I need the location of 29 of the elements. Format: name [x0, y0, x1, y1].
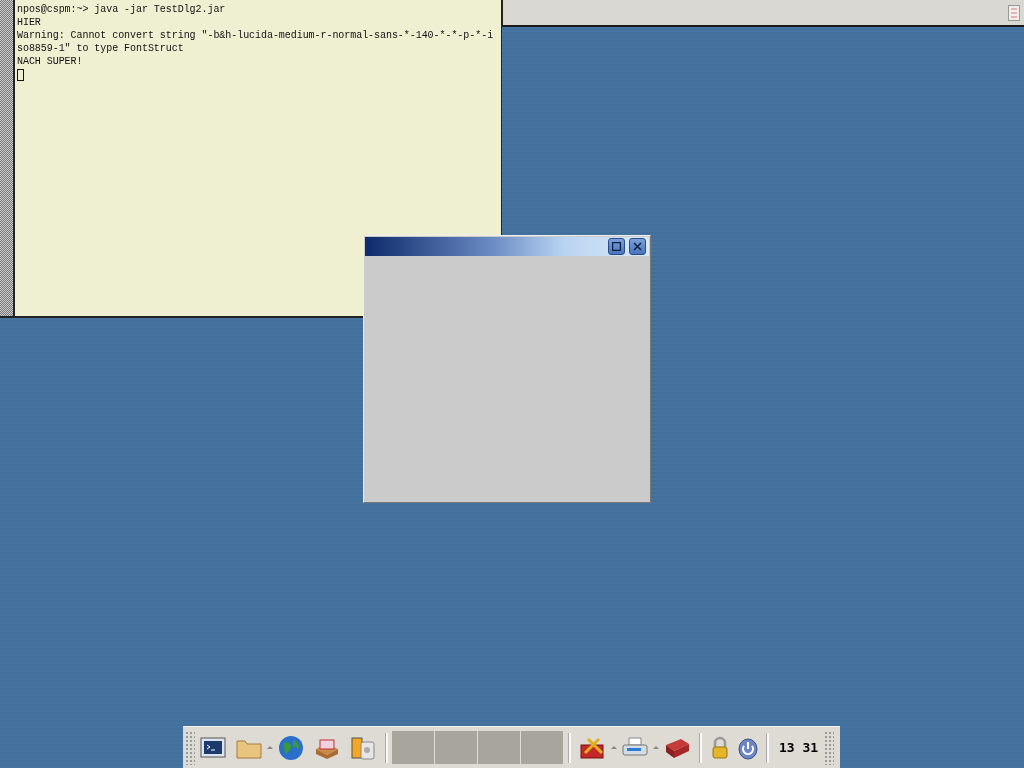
terminal-line: Warning: Cannot convert string "-b&h-lucida-medium-r-normal-sans-*-140-*-*-p-*-i	[17, 29, 494, 42]
menu-arrow-icon[interactable]	[653, 746, 659, 749]
task-slot[interactable]	[521, 731, 564, 764]
task-slot[interactable]	[478, 731, 521, 764]
text-cursor	[17, 69, 24, 81]
padlock-icon	[711, 735, 729, 760]
globe-icon	[278, 734, 304, 761]
window-list-icon[interactable]	[1008, 4, 1020, 21]
terminal-line: HIER	[17, 16, 42, 29]
power-icon	[737, 735, 759, 760]
book-icon	[663, 736, 691, 759]
terminal-line: so8859-1" to type FontStruct	[17, 42, 185, 55]
terminal-line: NACH SUPER!	[17, 55, 84, 68]
close-button[interactable]	[629, 238, 646, 255]
card-box-icon	[314, 736, 340, 759]
task-slot[interactable]	[392, 731, 435, 764]
clock: 13 31	[779, 740, 819, 755]
close-icon	[633, 242, 642, 251]
maximize-button[interactable]	[608, 238, 625, 255]
film-icon	[350, 734, 376, 761]
maximize-icon	[612, 242, 621, 251]
terminal-line: npos@cspm:~> java -jar TestDlg2.jar	[17, 3, 227, 16]
menu-arrow-icon[interactable]	[267, 746, 273, 749]
scrollbar[interactable]	[0, 0, 15, 316]
menu-arrow-icon[interactable]	[611, 746, 617, 749]
grip-handle[interactable]	[185, 730, 195, 765]
task-slot[interactable]	[435, 731, 478, 764]
terminal-icon	[200, 735, 226, 760]
toolbox-icon	[579, 735, 607, 760]
